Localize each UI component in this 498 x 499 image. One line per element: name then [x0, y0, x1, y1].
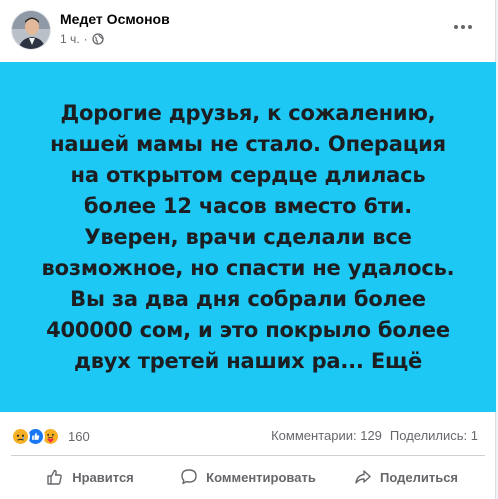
post-actions-bar: Нравится Комментировать Поделиться	[11, 459, 485, 495]
meta-separator: ·	[83, 32, 88, 46]
post-text: Дорогие друзья, к сожалению, нашей мамы …	[38, 98, 458, 377]
divider	[11, 455, 485, 456]
see-more-link[interactable]: Ещё	[364, 349, 422, 373]
like-label: Нравится	[72, 469, 134, 485]
share-arrow-icon	[354, 468, 372, 486]
like-button[interactable]: Нравится	[11, 459, 169, 495]
facebook-post: Медет Осмонов 1 ч. · Дорогие друзья, к с…	[0, 0, 496, 499]
shares-count-link[interactable]: Поделились: 1	[390, 428, 478, 443]
globe-icon	[91, 33, 104, 45]
reactions-summary[interactable]: 160	[11, 427, 90, 446]
comment-label: Комментировать	[206, 469, 316, 485]
share-label: Поделиться	[379, 469, 459, 485]
sad-reaction-icon	[11, 427, 30, 446]
text-post-card: Дорогие друзья, к сожалению, нашей мамы …	[0, 62, 496, 412]
author-avatar[interactable]	[11, 10, 51, 50]
post-body-text: Дорогие друзья, к сожалению, нашей мамы …	[41, 100, 455, 373]
share-button[interactable]: Поделиться	[327, 459, 485, 495]
more-horizontal-icon	[454, 25, 458, 29]
thumbs-up-icon	[46, 468, 64, 486]
author-name[interactable]: Медет Осмонов	[60, 11, 170, 27]
more-dot	[461, 25, 465, 29]
more-dot	[468, 25, 472, 29]
avatar-photo	[12, 11, 50, 49]
stat-links: Комментарии: 129 Поделились: 1	[271, 428, 478, 443]
post-meta: 1 ч. ·	[60, 32, 104, 46]
post-stats: 160 Комментарии: 129 Поделились: 1	[0, 418, 496, 454]
post-time[interactable]: 1 ч.	[60, 32, 80, 46]
reaction-count[interactable]: 160	[68, 429, 90, 444]
comment-button[interactable]: Комментировать	[169, 459, 327, 495]
comment-bubble-icon	[180, 468, 198, 486]
more-options-button[interactable]	[448, 12, 478, 42]
comments-count-link[interactable]: Комментарии: 129	[271, 428, 382, 443]
post-header: Медет Осмонов 1 ч. ·	[0, 0, 496, 62]
